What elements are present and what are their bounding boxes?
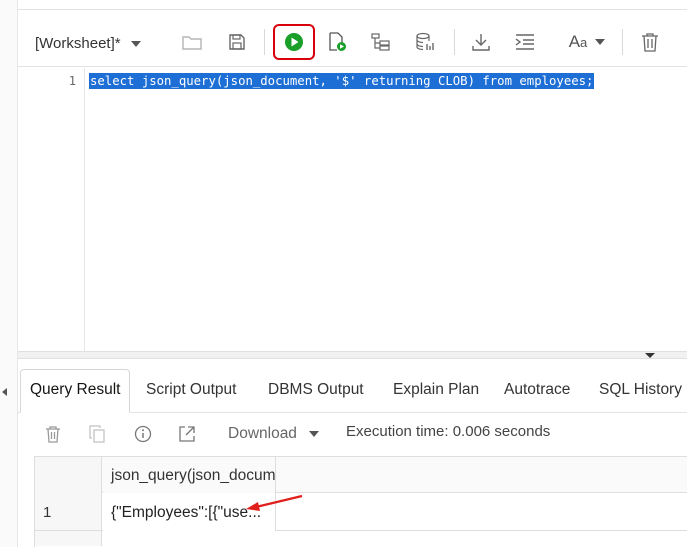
download-button[interactable] [464, 25, 498, 59]
tab-explain-plan[interactable]: Explain Plan [393, 381, 479, 399]
toolbar-divider [264, 29, 265, 55]
chevron-down-icon [595, 39, 606, 45]
explain-plan-button[interactable] [364, 25, 398, 59]
left-side-rail [0, 0, 18, 547]
top-strip [18, 0, 687, 10]
open-external-button[interactable] [176, 423, 198, 445]
copy-button[interactable] [86, 423, 108, 445]
copy-icon [89, 425, 105, 443]
run-script-icon [329, 32, 346, 51]
chevron-down-icon [308, 431, 319, 437]
font-size-button[interactable]: Aa [560, 25, 614, 59]
tab-autotrace[interactable]: Autotrace [504, 381, 570, 399]
save-icon [229, 34, 245, 50]
trash-icon [46, 426, 60, 443]
tab-dbms-output[interactable]: DBMS Output [268, 381, 364, 399]
panel-splitter[interactable] [18, 351, 687, 359]
tab-script-output[interactable]: Script Output [146, 381, 236, 399]
format-button[interactable] [508, 25, 542, 59]
save-button[interactable] [220, 25, 254, 59]
clear-button[interactable] [633, 25, 667, 59]
collapse-panel-arrow-icon[interactable] [2, 388, 7, 396]
collapse-down-icon[interactable] [645, 353, 655, 358]
line-number: 1 [68, 74, 76, 88]
results-toolbar: Download Execution time: 0.006 seconds [18, 415, 687, 455]
trash-icon [642, 33, 658, 52]
result-grid: json_query(json_docum 1 {"Employees":[{"… [34, 456, 687, 547]
format-icon [515, 34, 534, 50]
chevron-down-icon [130, 40, 141, 47]
download-dropdown[interactable]: Download [228, 425, 319, 443]
info-icon [134, 425, 152, 443]
results-panel: Query Result Script Output DBMS Output E… [18, 359, 687, 547]
table-row[interactable]: 1 {"Employees":[{"use... [35, 493, 687, 531]
line-gutter: 1 [18, 68, 85, 351]
run-statement-icon [285, 33, 303, 51]
worksheet-label: [Worksheet]* [35, 35, 121, 52]
download-label: Download [228, 425, 297, 442]
open-folder-icon [182, 36, 202, 50]
column-header-json-query[interactable]: json_query(json_docum [103, 457, 276, 493]
toolbar-divider [622, 29, 623, 55]
delete-result-button[interactable] [42, 423, 64, 445]
info-button[interactable] [132, 423, 154, 445]
worksheet-selector[interactable]: [Worksheet]* [35, 35, 141, 52]
autotrace-button[interactable] [408, 25, 442, 59]
external-link-icon [179, 426, 195, 442]
run-script-button[interactable] [320, 25, 354, 59]
annotation-arrow-icon [246, 494, 303, 511]
execution-time: Execution time: 0.006 seconds [346, 423, 551, 440]
autotrace-icon [416, 32, 434, 51]
sql-editor[interactable]: 1 select json_query(json_document, '$' r… [18, 68, 687, 351]
worksheet-toolbar: [Worksheet]* Aa [18, 11, 687, 67]
download-icon [472, 34, 490, 51]
tab-sql-history[interactable]: SQL History [599, 381, 682, 399]
open-button[interactable] [175, 25, 209, 59]
font-size-icon: Aa [568, 32, 588, 51]
row-number: 1 [43, 504, 52, 521]
toolbar-divider [454, 29, 455, 55]
explain-plan-icon [371, 33, 390, 51]
results-tabs: Query Result Script Output DBMS Output E… [18, 369, 687, 413]
tab-query-result[interactable]: Query Result [30, 381, 120, 399]
sql-statement[interactable]: select json_query(json_document, '$' ret… [89, 73, 595, 89]
run-statement-button[interactable] [273, 24, 315, 60]
